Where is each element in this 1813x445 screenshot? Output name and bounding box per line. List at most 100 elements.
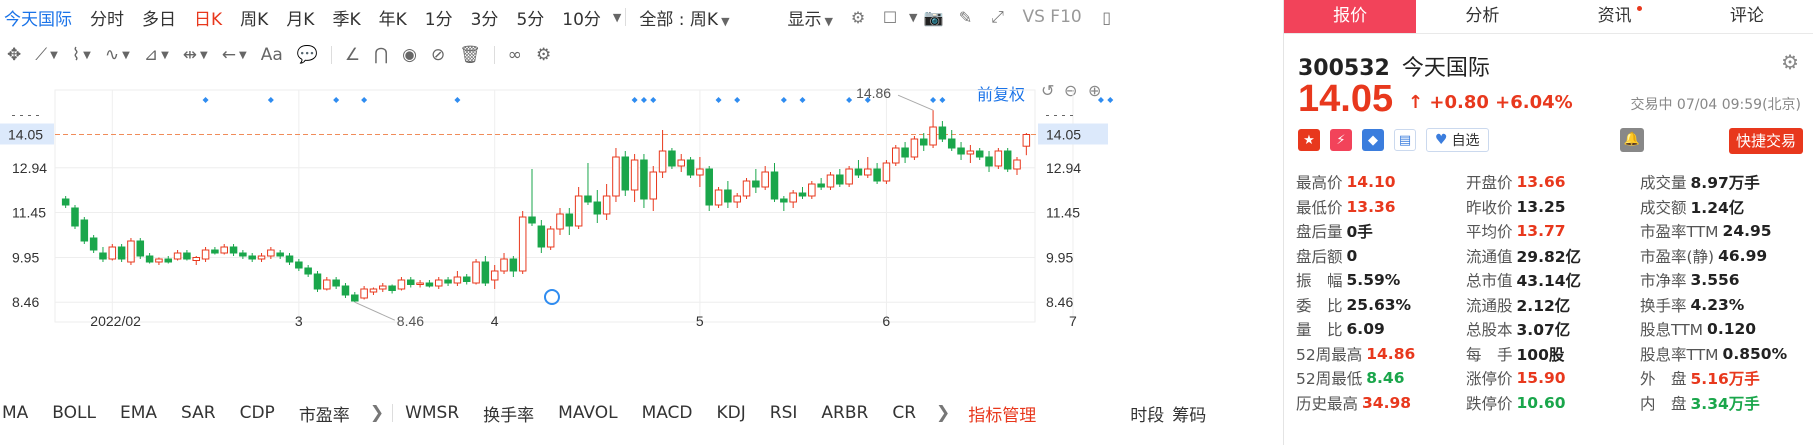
flash-icon[interactable]: ⚡ <box>1330 129 1352 151</box>
trash-icon[interactable]: 🗑 <box>459 45 481 65</box>
indicator-wmsr[interactable]: WMSR <box>393 403 471 423</box>
indicator-boll[interactable]: BOLL <box>40 403 108 423</box>
tab-quote[interactable]: 报价 <box>1284 0 1417 33</box>
tab-season-k[interactable]: 季K <box>323 5 369 30</box>
candle-body <box>1003 150 1012 170</box>
candle-body <box>462 276 471 282</box>
tab-news-label: 资讯 <box>1597 6 1632 26</box>
indicator-mavol[interactable]: MAVOL <box>546 403 629 423</box>
kline-svg[interactable]: 8.46 8.46 9.95 9.95 11.45 11.45 12.94 12.94 14.0… <box>0 78 1115 396</box>
settings-icon[interactable]: ⚙ <box>536 45 551 65</box>
event-marker <box>734 97 741 103</box>
tab-3min[interactable]: 3分 <box>462 5 508 30</box>
pen-icon[interactable]: ✎ <box>952 6 978 28</box>
range-select[interactable]: 全部 : 周K ▼ <box>630 5 738 30</box>
hide-icon[interactable]: ⊘ <box>431 45 445 65</box>
tab-year-k[interactable]: 年K <box>370 5 416 30</box>
tab-5min[interactable]: 5分 <box>507 5 553 30</box>
stock-label[interactable]: 今天国际 <box>0 5 81 30</box>
event-marker <box>799 97 806 103</box>
tab-news[interactable]: 资讯 <box>1549 0 1681 33</box>
fib-tool-icon[interactable]: ⊿ ▼ <box>144 45 169 65</box>
line-tool-icon[interactable]: ⟋ ▼ <box>35 45 58 65</box>
tab-1min[interactable]: 1分 <box>416 5 462 30</box>
candle-body <box>351 294 359 302</box>
indicator-arbr[interactable]: ARBR <box>809 403 880 423</box>
wave-tool-icon[interactable]: ∿ ▼ <box>105 45 130 65</box>
camera-icon[interactable]: 📷 <box>920 6 946 28</box>
chips-button[interactable]: 筹码 <box>1168 401 1210 426</box>
fullscreen-icon[interactable]: ⤢ <box>984 6 1010 28</box>
candle-body <box>565 213 574 227</box>
indicator-manage-button[interactable]: 指标管理 <box>958 401 1046 426</box>
indicator-cdp[interactable]: CDP <box>228 403 287 423</box>
gear-icon[interactable]: ⚙ <box>1781 50 1799 74</box>
chevron-right-icon[interactable]: ❯ <box>928 403 958 423</box>
candle-body <box>546 228 555 248</box>
period-button[interactable]: 时段 <box>1126 401 1168 426</box>
candle-body <box>985 156 993 167</box>
link-icon[interactable]: ∞ <box>508 45 522 65</box>
chevron-down-icon[interactable]: ▼ <box>613 11 621 24</box>
tab-analysis[interactable]: 分析 <box>1416 0 1548 33</box>
indicator-sar[interactable]: SAR <box>169 403 228 423</box>
y-tick-label: 12.94 <box>12 160 47 176</box>
y-tick-label: 11.45 <box>12 205 46 221</box>
gear-icon[interactable]: ⚙ <box>845 6 871 28</box>
chevron-right-icon[interactable]: ❯ <box>362 403 392 423</box>
quote-label: 成交额 <box>1640 198 1687 217</box>
candle-body <box>295 261 303 269</box>
stock-name: 今天国际 <box>1401 56 1490 81</box>
range-tool-icon[interactable]: ⇹ ▼ <box>183 45 208 65</box>
candle-body <box>696 168 704 176</box>
angle-icon[interactable]: ∠ <box>345 45 360 65</box>
y-tick-label: 8.46 <box>1046 294 1073 310</box>
text-tool-icon[interactable]: Aa <box>261 45 283 65</box>
indicator-ma[interactable]: MA <box>0 403 40 423</box>
quote-value: 0.120 <box>1707 320 1757 339</box>
indicator-macd[interactable]: MACD <box>630 403 705 423</box>
candle-body <box>220 246 228 254</box>
indicator-kdj[interactable]: KDJ <box>705 403 758 423</box>
tab-duori[interactable]: 多日 <box>133 5 185 30</box>
comment-icon[interactable]: 💬 <box>297 45 318 65</box>
indicator-rsi[interactable]: RSI <box>758 403 810 423</box>
panel-toggle-icon[interactable]: ▯ <box>1094 6 1120 28</box>
candle-body <box>770 171 779 200</box>
bell-icon[interactable]: 🔔 <box>1620 128 1644 152</box>
candle-body <box>724 189 732 203</box>
quote-cell: 量 比 6.09 <box>1296 318 1466 340</box>
tab-week-k[interactable]: 周K <box>231 5 277 30</box>
tag-icon[interactable]: ◆ <box>1362 129 1384 151</box>
magnet-icon[interactable]: ⋂ <box>374 45 388 65</box>
period-toolbar: 今天国际 分时 多日 日K 周K 月K 季K 年K 1分 3分 5分 10分 ▼… <box>0 0 1283 34</box>
candle-body <box>192 257 201 261</box>
doc-icon[interactable]: ▤ <box>1394 129 1416 151</box>
vs-f10-button[interactable]: VS F10 <box>1013 7 1090 27</box>
quote-row: 52周最低 8.46 涨停价 15.90 外 盘 5.16万手 <box>1296 366 1808 391</box>
tab-10min[interactable]: 10分 <box>553 5 610 30</box>
kline-chart[interactable]: 8.46 8.46 9.95 9.95 11.45 11.45 12.94 12.94 14.0… <box>0 78 1283 396</box>
quick-trade-button[interactable]: 快捷交易 <box>1728 128 1803 154</box>
indicator-ema[interactable]: EMA <box>108 403 169 423</box>
polyline-tool-icon[interactable]: ⌇ ▼ <box>72 45 91 65</box>
tab-fenshi[interactable]: 分时 <box>81 5 133 30</box>
eye-icon[interactable]: ◉ <box>402 45 417 65</box>
square-icon[interactable]: ☐ <box>877 6 903 28</box>
quote-value: 5.16万手 <box>1690 370 1760 389</box>
tab-day-k[interactable]: 日K <box>185 5 231 30</box>
indicator-cr[interactable]: CR <box>880 403 928 423</box>
tab-comments[interactable]: 评论 <box>1681 0 1813 33</box>
arrow-tool-icon[interactable]: ← ▼ <box>222 45 247 65</box>
quote-cell: 总市值 43.14亿 <box>1466 269 1640 291</box>
tab-month-k[interactable]: 月K <box>277 5 323 30</box>
add-watchlist-button[interactable]: ♥ 自选 <box>1426 128 1489 152</box>
low-annotation: 8.46 <box>397 313 424 329</box>
move-icon[interactable]: ✥ <box>7 45 21 65</box>
candle-body <box>341 285 350 296</box>
chevron-down-icon[interactable]: ▼ <box>909 11 917 24</box>
indicator-turnover[interactable]: 换手率 <box>471 401 546 426</box>
indicator-pe[interactable]: 市盈率 <box>287 401 362 426</box>
candle-body <box>490 270 499 281</box>
display-menu[interactable]: 显示 ▼ <box>779 5 842 30</box>
